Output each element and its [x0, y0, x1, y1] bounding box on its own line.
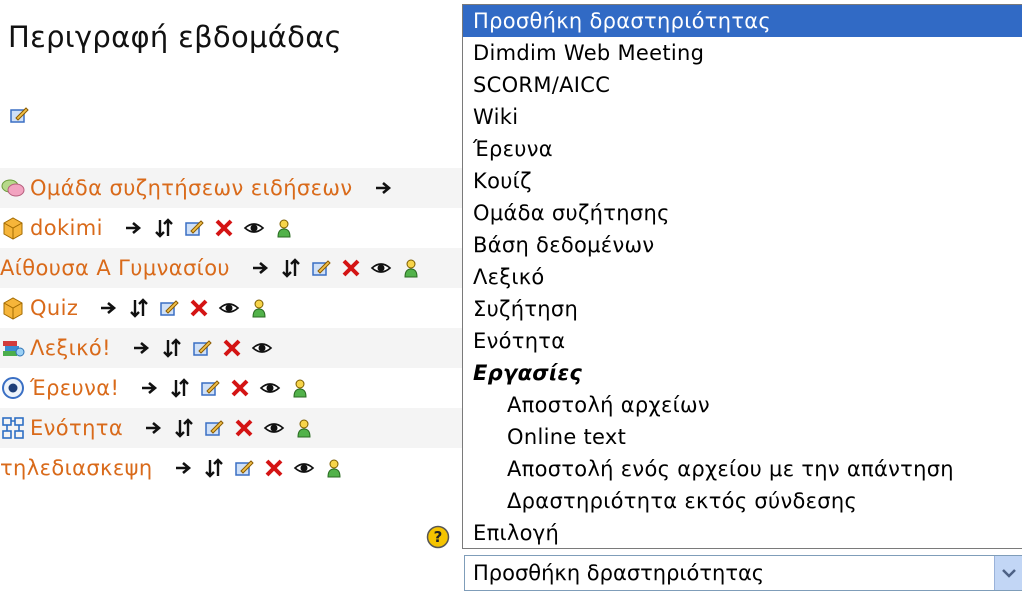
activity-row: dokimi — [0, 208, 470, 248]
move-updown-icon[interactable] — [159, 335, 185, 361]
delete-icon[interactable] — [338, 255, 364, 281]
delete-icon[interactable] — [231, 415, 257, 441]
activity-row: Έρευνα! — [0, 368, 470, 408]
quiz-icon — [0, 215, 26, 241]
dropdown-option[interactable]: Βάση δεδομένων — [463, 229, 1022, 261]
help-icon[interactable]: ? — [426, 525, 450, 549]
group-mode-icon[interactable] — [291, 415, 317, 441]
move-updown-icon[interactable] — [278, 255, 304, 281]
move-right-icon[interactable] — [371, 175, 397, 201]
page-title: Περιγραφή εβδομάδας — [8, 20, 342, 54]
visibility-eye-icon[interactable] — [291, 455, 317, 481]
activity-link[interactable]: Αίθουσα Α Γυμνασίου — [0, 256, 230, 280]
edit-icon[interactable] — [181, 215, 207, 241]
move-right-icon[interactable] — [171, 455, 197, 481]
activity-row: τηλεδιασκεψη — [0, 448, 470, 488]
edit-summary-icon[interactable] — [8, 104, 30, 126]
survey-icon — [0, 375, 26, 401]
activity-link[interactable]: τηλεδιασκεψη — [0, 456, 153, 480]
activity-link[interactable]: Ενότητα — [30, 416, 123, 440]
activity-link[interactable]: Quiz — [30, 296, 78, 320]
edit-icon[interactable] — [197, 375, 223, 401]
dropdown-option[interactable]: Dimdim Web Meeting — [463, 37, 1022, 69]
move-updown-icon[interactable] — [167, 375, 193, 401]
visibility-eye-icon[interactable] — [261, 415, 287, 441]
activity-row: Λεξικό! — [0, 328, 470, 368]
dropdown-option[interactable]: Έρευνα — [463, 133, 1022, 165]
visibility-eye-icon[interactable] — [216, 295, 242, 321]
dropdown-option[interactable]: Λεξικό — [463, 261, 1022, 293]
activity-link[interactable]: Ομάδα συζητήσεων ειδήσεων — [30, 176, 353, 200]
option-group-label: Εργασίες — [473, 361, 583, 385]
activity-row: Quiz — [0, 288, 470, 328]
delete-icon[interactable] — [186, 295, 212, 321]
move-right-icon[interactable] — [248, 255, 274, 281]
edit-icon[interactable] — [189, 335, 215, 361]
move-right-icon[interactable] — [137, 375, 163, 401]
group-mode-icon[interactable] — [246, 295, 272, 321]
delete-icon[interactable] — [227, 375, 253, 401]
move-updown-icon[interactable] — [171, 415, 197, 441]
visibility-eye-icon[interactable] — [257, 375, 283, 401]
activity-link[interactable]: dokimi — [30, 216, 103, 240]
move-updown-icon[interactable] — [201, 455, 227, 481]
move-right-icon[interactable] — [121, 215, 147, 241]
quiz-icon — [0, 295, 26, 321]
group-mode-icon[interactable] — [271, 215, 297, 241]
add-activity-select[interactable]: Προσθήκη δραστηριότητας — [464, 555, 1022, 591]
edit-icon[interactable] — [156, 295, 182, 321]
activity-row: Αίθουσα Α Γυμνασίου — [0, 248, 470, 288]
chevron-down-icon[interactable] — [994, 556, 1022, 590]
activity-link[interactable]: Έρευνα! — [30, 376, 119, 400]
edit-icon[interactable] — [231, 455, 257, 481]
delete-icon[interactable] — [219, 335, 245, 361]
activity-row: Ομάδα συζητήσεων ειδήσεων — [0, 168, 470, 208]
edit-icon[interactable] — [308, 255, 334, 281]
activity-dropdown-list[interactable]: Προσθήκη δραστηριότητας Dimdim Web Meetin… — [462, 4, 1022, 549]
lesson-icon — [0, 415, 26, 441]
add-activity-select-value: Προσθήκη δραστηριότητας — [473, 561, 765, 585]
dropdown-option[interactable]: Online text — [463, 421, 1022, 453]
move-updown-icon[interactable] — [126, 295, 152, 321]
dropdown-option[interactable]: Wiki — [463, 101, 1022, 133]
group-mode-icon[interactable] — [321, 455, 347, 481]
glossary-icon — [0, 335, 26, 361]
move-updown-icon[interactable] — [151, 215, 177, 241]
group-mode-icon[interactable] — [398, 255, 424, 281]
dropdown-option[interactable]: Συζήτηση — [463, 293, 1022, 325]
activity-row: Ενότητα — [0, 408, 470, 448]
dropdown-option[interactable]: Προσθήκη δραστηριότητας — [463, 5, 1022, 37]
move-right-icon[interactable] — [96, 295, 122, 321]
dropdown-option[interactable]: Αποστολή ενός αρχείου με την απάντηση — [463, 453, 1022, 485]
move-right-icon[interactable] — [129, 335, 155, 361]
visibility-eye-icon[interactable] — [368, 255, 394, 281]
dropdown-option[interactable]: SCORM/AICC — [463, 69, 1022, 101]
dropdown-option[interactable]: Δραστηριότητα εκτός σύνδεσης — [463, 485, 1022, 517]
dropdown-option[interactable]: Ενότητα — [463, 325, 1022, 357]
dropdown-option[interactable]: Ομάδα συζήτησης — [463, 197, 1022, 229]
forum-icon — [0, 175, 26, 201]
dropdown-option[interactable]: Αποστολή αρχείων — [463, 389, 1022, 421]
dropdown-option[interactable]: Επιλογή — [463, 517, 1022, 549]
delete-icon[interactable] — [211, 215, 237, 241]
activity-list: Ομάδα συζητήσεων ειδήσεων dokimi Αίθουσα Α… — [0, 168, 470, 488]
group-mode-icon[interactable] — [287, 375, 313, 401]
svg-text:?: ? — [434, 528, 443, 546]
activity-link[interactable]: Λεξικό! — [30, 336, 111, 360]
dropdown-option[interactable]: Κουίζ — [463, 165, 1022, 197]
visibility-eye-icon[interactable] — [241, 215, 267, 241]
edit-icon[interactable] — [201, 415, 227, 441]
move-right-icon[interactable] — [141, 415, 167, 441]
visibility-eye-icon[interactable] — [249, 335, 275, 361]
delete-icon[interactable] — [261, 455, 287, 481]
